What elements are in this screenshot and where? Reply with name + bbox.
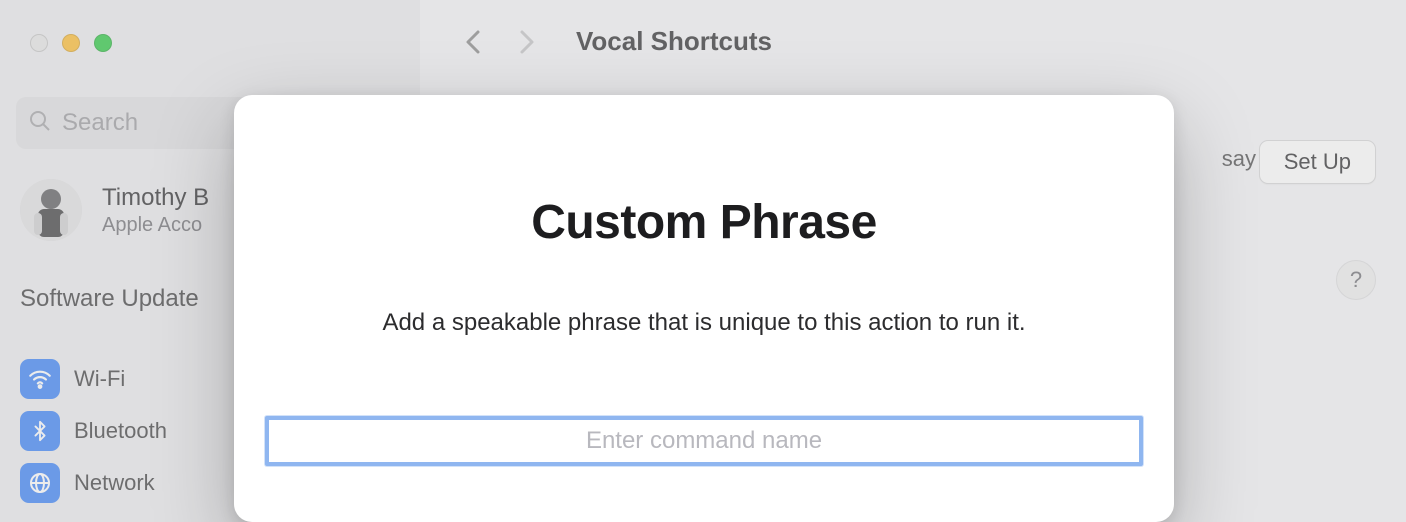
nav-back-button[interactable] [460, 28, 488, 56]
bluetooth-icon [20, 411, 60, 451]
set-up-button-label: Set Up [1284, 149, 1351, 174]
avatar [20, 179, 82, 241]
window-controls [30, 34, 112, 52]
nav-forward-button[interactable] [512, 28, 540, 56]
minimize-window-button[interactable] [62, 34, 80, 52]
account-text: Timothy B Apple Acco [102, 184, 209, 237]
nav-row: Vocal Shortcuts [420, 0, 1406, 83]
wifi-icon [20, 359, 60, 399]
page-title: Vocal Shortcuts [576, 26, 772, 57]
say-text-fragment: say [1222, 146, 1256, 172]
help-icon: ? [1350, 267, 1362, 293]
modal-description: Add a speakable phrase that is unique to… [382, 306, 1025, 340]
maximize-window-button[interactable] [94, 34, 112, 52]
close-window-button[interactable] [30, 34, 48, 52]
set-up-button[interactable]: Set Up [1259, 140, 1376, 184]
sidebar-item-label: Bluetooth [74, 418, 167, 444]
search-icon [28, 109, 52, 138]
account-subtitle: Apple Acco [102, 214, 209, 237]
network-icon [20, 463, 60, 503]
help-button[interactable]: ? [1336, 260, 1376, 300]
sidebar-item-label: Network [74, 470, 155, 496]
account-name: Timothy B [102, 184, 209, 212]
command-name-input[interactable] [265, 416, 1143, 466]
custom-phrase-modal: Custom Phrase Add a speakable phrase tha… [234, 95, 1174, 522]
sidebar-item-label: Wi-Fi [74, 366, 125, 392]
modal-title: Custom Phrase [531, 195, 877, 250]
